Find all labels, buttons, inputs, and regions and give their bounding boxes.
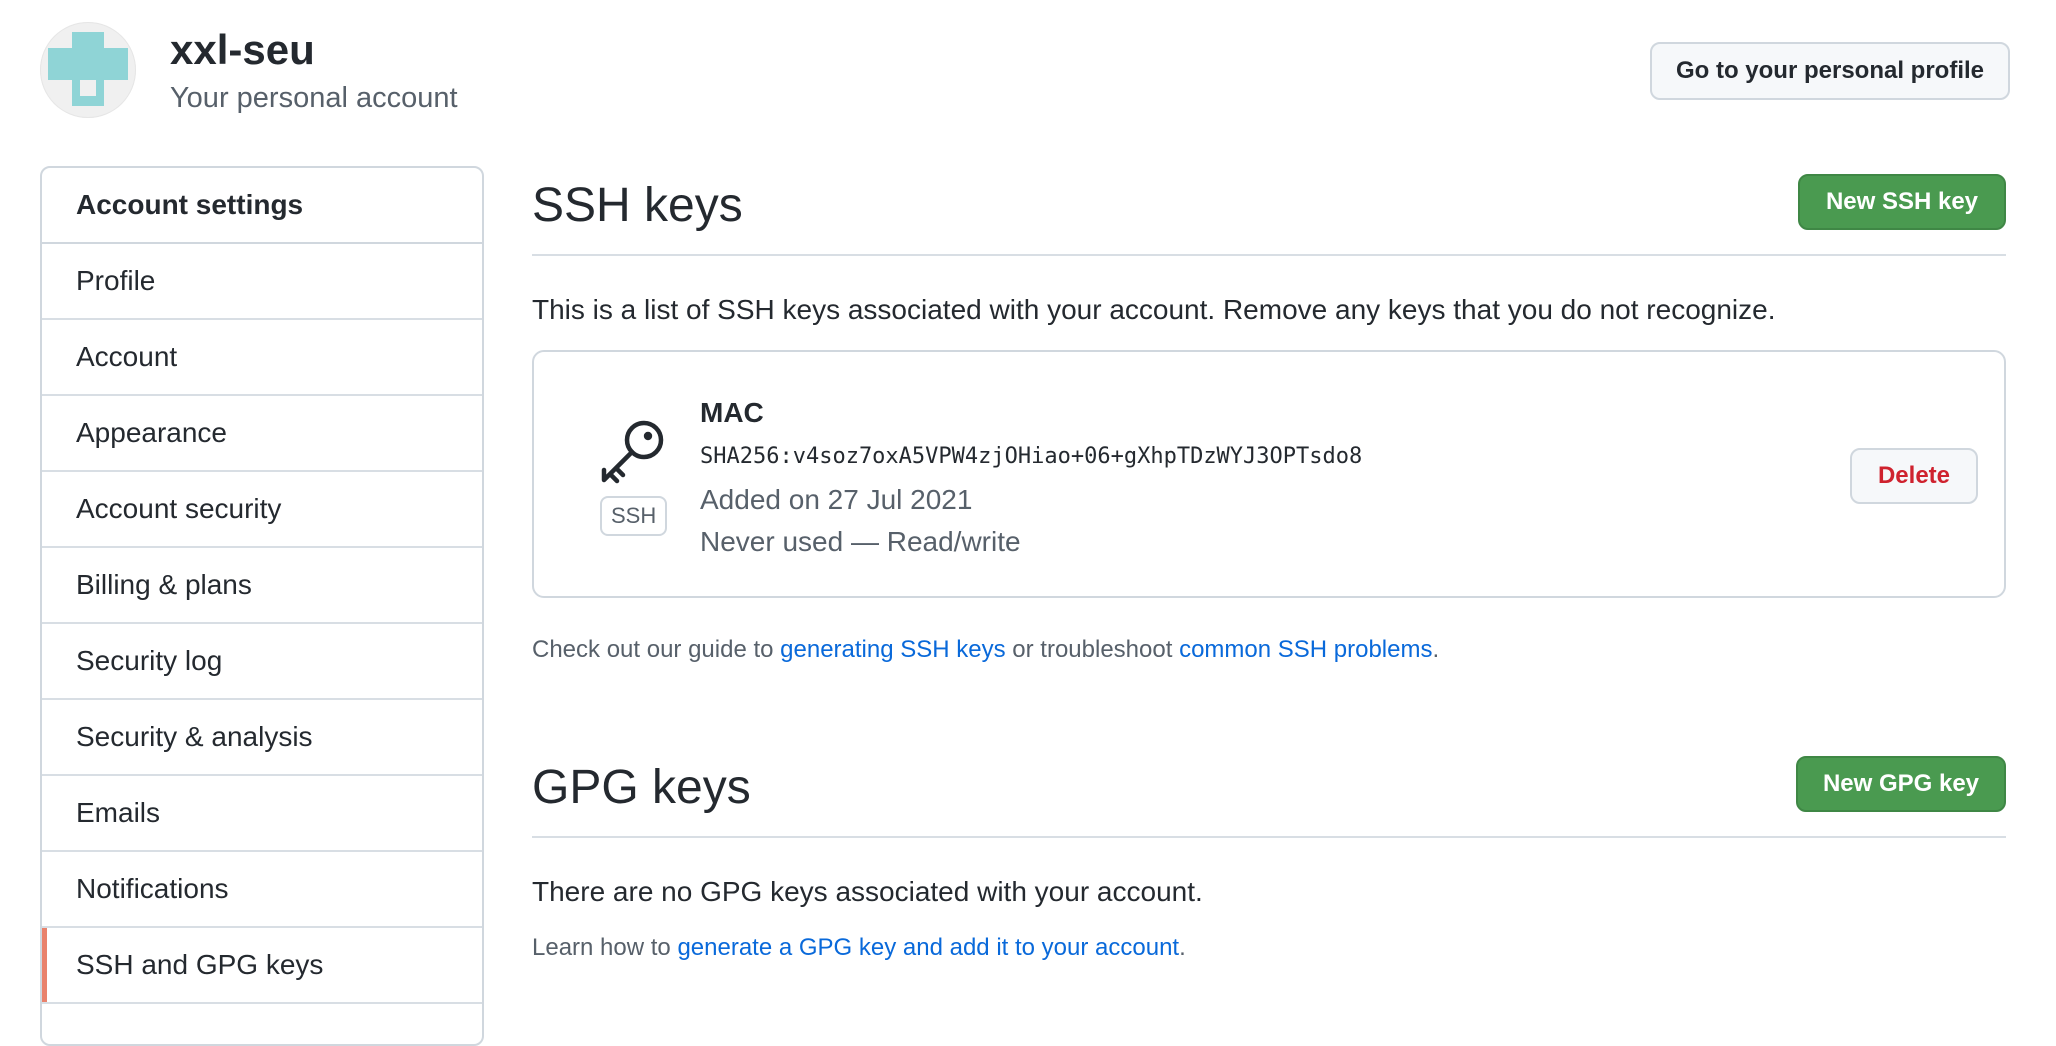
- settings-sidebar: Account settings Profile Account Appeara…: [40, 166, 484, 1046]
- sidebar-heading: Account settings: [42, 168, 482, 244]
- ssh-key-name: MAC: [700, 397, 764, 428]
- new-gpg-key-button[interactable]: New GPG key: [1796, 756, 2006, 812]
- sidebar-item-account[interactable]: Account: [42, 320, 482, 396]
- sidebar-item-security-log[interactable]: Security log: [42, 624, 482, 700]
- key-icon: [601, 420, 664, 484]
- delete-ssh-key-button[interactable]: Delete: [1850, 448, 1978, 504]
- ssh-key-usage: Never used — Read/write: [700, 526, 1021, 557]
- generate-gpg-key-link[interactable]: generate a GPG key and add it to your ac…: [677, 934, 1179, 961]
- ssh-key-fingerprint: SHA256:v4soz7oxA5VPW4zjOHiao+06+gXhpTDzW…: [700, 444, 1363, 469]
- gpg-keys-title: GPG keys: [532, 761, 751, 814]
- ssh-guide-middle: or troubleshoot: [1005, 636, 1180, 663]
- ssh-divider: [532, 254, 2006, 256]
- new-ssh-key-button[interactable]: New SSH key: [1798, 174, 2006, 230]
- gpg-learn-text: Learn how to generate a GPG key and add …: [532, 932, 1186, 964]
- ssh-key-item: SSH MAC SHA256:v4soz7oxA5VPW4zjOHiao+06+…: [532, 350, 2006, 598]
- avatar[interactable]: [40, 22, 136, 118]
- ssh-keys-title: SSH keys: [532, 179, 743, 232]
- ssh-guide-suffix: .: [1432, 636, 1440, 663]
- ssh-description: This is a list of SSH keys associated wi…: [532, 294, 1776, 325]
- account-header: xxl-seu Your personal account Go to your…: [40, 22, 2010, 118]
- common-ssh-problems-link[interactable]: common SSH problems: [1179, 636, 1432, 663]
- gpg-description: There are no GPG keys associated with yo…: [532, 876, 1203, 907]
- sidebar-item-profile[interactable]: Profile: [42, 244, 482, 320]
- gpg-learn-prefix: Learn how to: [532, 934, 678, 961]
- ssh-key-added-date: Added on 27 Jul 2021: [700, 484, 973, 515]
- gpg-learn-suffix: .: [1179, 934, 1186, 961]
- sidebar-item-billing[interactable]: Billing & plans: [42, 548, 482, 624]
- sidebar-item-ssh-gpg-keys[interactable]: SSH and GPG keys: [42, 928, 482, 1004]
- generating-ssh-keys-link[interactable]: generating SSH keys: [780, 636, 1005, 663]
- sidebar-item-appearance[interactable]: Appearance: [42, 396, 482, 472]
- sidebar-item-notifications[interactable]: Notifications: [42, 852, 482, 928]
- sidebar-item-security-analysis[interactable]: Security & analysis: [42, 700, 482, 776]
- go-to-profile-button[interactable]: Go to your personal profile: [1650, 42, 2010, 100]
- sidebar-item-emails[interactable]: Emails: [42, 776, 482, 852]
- ssh-type-label: SSH: [600, 496, 668, 536]
- ssh-guide-prefix: Check out our guide to: [532, 636, 781, 663]
- account-subtitle: Your personal account: [170, 82, 458, 114]
- identicon-avatar-icon: [48, 32, 128, 106]
- sidebar-item-account-security[interactable]: Account security: [42, 472, 482, 548]
- gpg-divider: [532, 836, 2006, 838]
- account-name[interactable]: xxl-seu: [170, 26, 315, 74]
- ssh-guide-text: Check out our guide to generating SSH ke…: [532, 634, 1439, 666]
